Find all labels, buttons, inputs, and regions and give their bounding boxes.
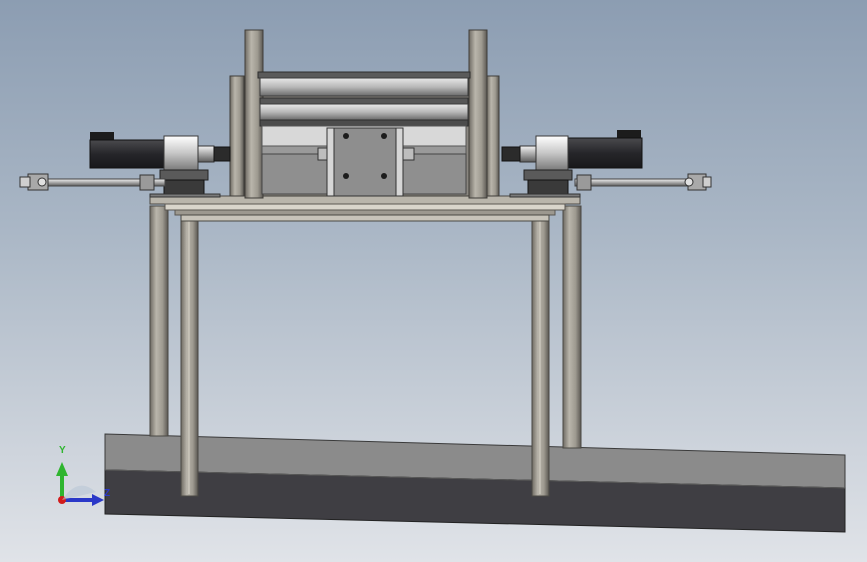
right-guide-rod [574,173,712,191]
table-back-legs [149,205,582,449]
left-actuator-assembly [89,132,231,198]
coordinate-triad: Y Z [56,445,110,506]
y-axis-label: Y [59,445,66,456]
right-actuator-assembly [501,130,643,198]
floor-slab [104,433,846,533]
center-mounting-plate [326,127,404,197]
assembly-model-view[interactable]: Y Z [0,0,867,562]
z-axis-label: Z [104,488,110,499]
3d-model-viewport[interactable]: Y Z [0,0,867,562]
left-guide-rod [19,173,166,191]
table-top-frame [149,195,581,222]
